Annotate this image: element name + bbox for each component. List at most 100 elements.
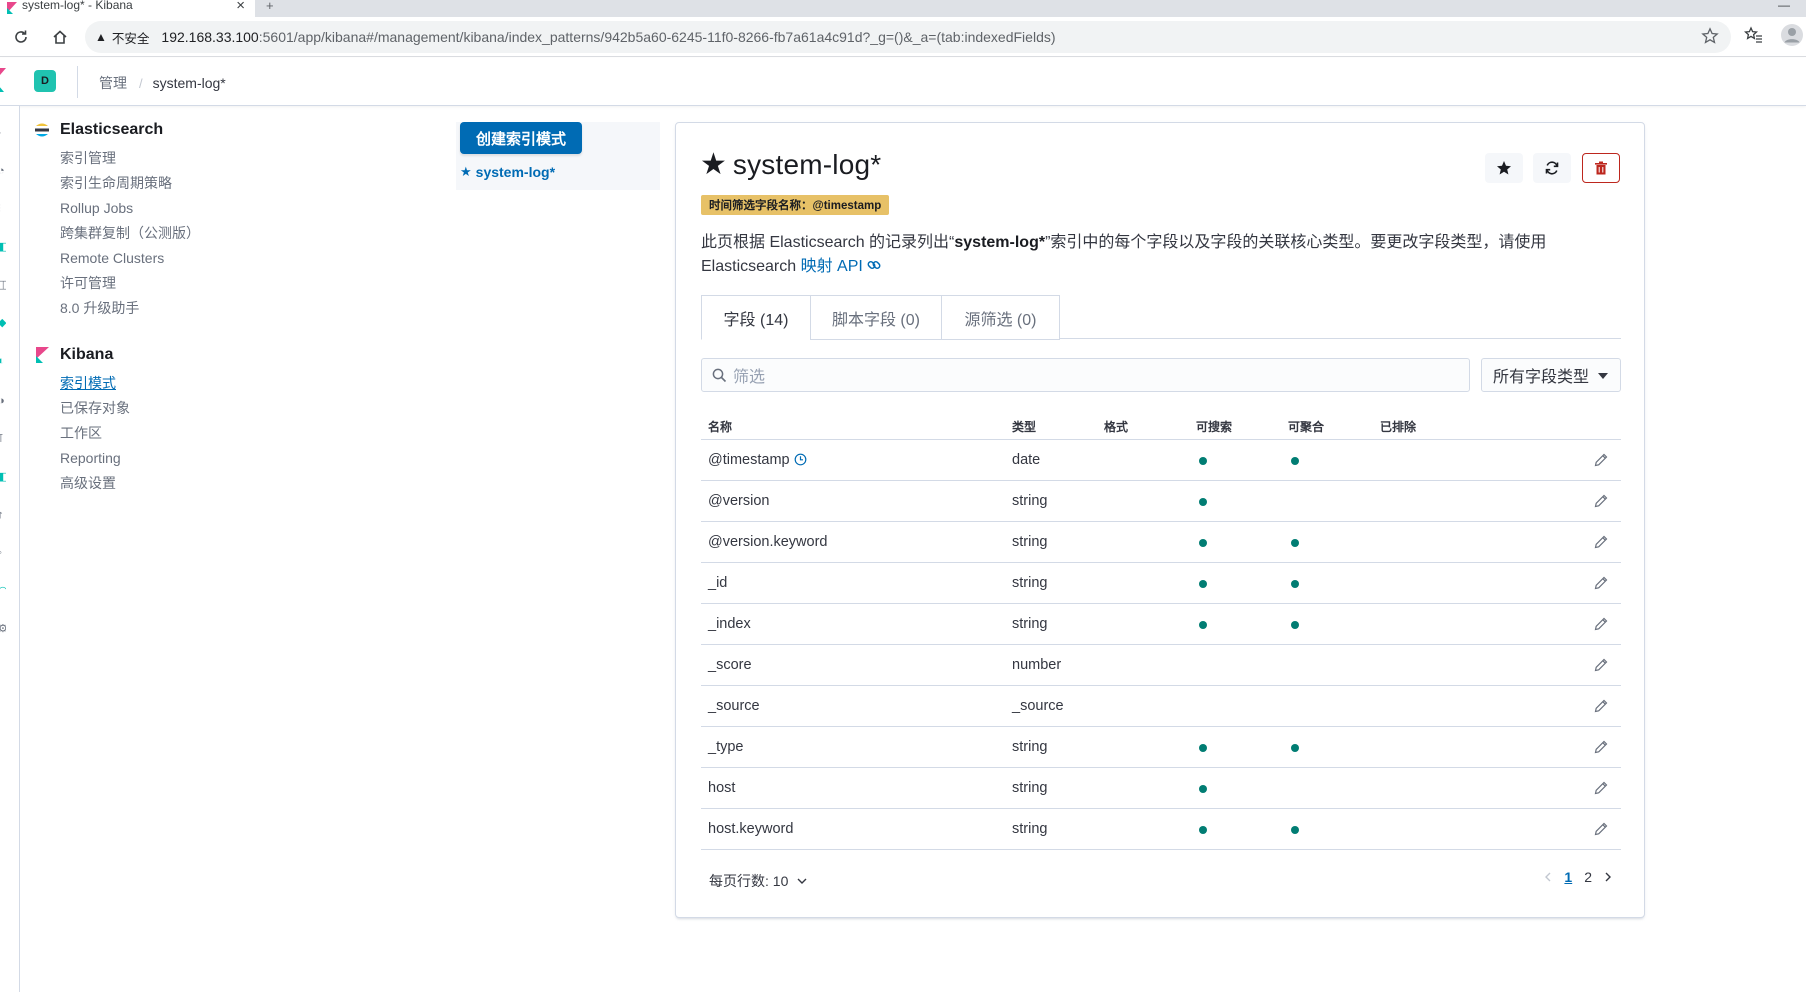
sidebar-item-index-management[interactable]: 索引管理 (34, 146, 354, 171)
rows-per-page-label: 每页行数: 10 (709, 873, 789, 889)
edit-pencil-icon[interactable] (1593, 821, 1609, 837)
refresh-fields-button[interactable] (1533, 153, 1571, 183)
profile-avatar[interactable] (1780, 23, 1804, 50)
tab-scripted-fields[interactable]: 脚本字段 (0) (810, 295, 942, 340)
security-label: 不安全 (111, 31, 150, 46)
tab-close-icon[interactable]: × (236, 0, 245, 14)
clock-icon (794, 453, 807, 466)
table-row: host string (701, 768, 1621, 809)
sidebar-item-ccr[interactable]: 跨集群复制（公测版） (34, 221, 354, 246)
management-sidebar: Elasticsearch 索引管理 索引生命周期策略 Rollup Jobs … (34, 118, 354, 518)
search-icon (712, 368, 727, 382)
field-filter-input[interactable]: 筛选 (701, 358, 1470, 392)
edit-pencil-icon[interactable] (1593, 657, 1609, 673)
table-row: _index string (701, 604, 1621, 645)
sidebar-group-label: Kibana (60, 346, 114, 363)
delete-index-pattern-button[interactable] (1582, 153, 1620, 183)
new-tab-button[interactable]: + (266, 0, 274, 12)
page-link-2[interactable]: 2 (1584, 869, 1592, 885)
page-link-1[interactable]: 1 (1564, 869, 1572, 885)
sidebar-item-advanced-settings[interactable]: 高级设置 (34, 471, 354, 496)
column-header-format[interactable]: 格式 (1104, 418, 1128, 435)
security-indicator[interactable]: ▲ 不安全 (95, 28, 149, 47)
edit-pencil-icon[interactable] (1593, 698, 1609, 714)
pagination: 1 2 (1542, 869, 1614, 885)
default-star-icon: ★ (460, 164, 472, 179)
breadcrumb-management-link[interactable]: 管理 (99, 73, 127, 93)
aggregatable-dot-icon (1291, 621, 1299, 629)
reload-button[interactable] (9, 25, 33, 49)
column-header-name[interactable]: 名称 (708, 418, 732, 435)
sidebar-item-saved-objects[interactable]: 已保存对象 (34, 396, 354, 421)
tab-source-filters[interactable]: 源筛选 (0) (941, 295, 1060, 340)
field-name-text: host (708, 780, 736, 796)
sidebar-item-rollup-jobs[interactable]: Rollup Jobs (34, 196, 354, 221)
sidebar-item-reporting[interactable]: Reporting (34, 446, 354, 471)
edit-pencil-icon[interactable] (1593, 493, 1609, 509)
sidebar-item-license[interactable]: 许可管理 (34, 271, 354, 296)
kibana-logo-icon[interactable] (0, 68, 6, 92)
nav-discover-icon[interactable]: ◔ (0, 166, 6, 176)
column-header-type[interactable]: 类型 (1012, 418, 1036, 435)
nav-visualize-icon[interactable]: ⫶ (0, 204, 6, 214)
column-header-excluded[interactable]: 已排除 (1380, 418, 1416, 435)
space-avatar[interactable]: D (34, 70, 56, 92)
rows-per-page-button[interactable]: 每页行数: 10 (709, 871, 808, 891)
mapping-api-link[interactable]: 映射 API (801, 258, 882, 275)
elasticsearch-icon (35, 123, 49, 137)
field-tabs: 字段 (14) 脚本字段 (0) 源筛选 (0) (701, 295, 1621, 340)
page-title: ★ system-log* (700, 149, 881, 181)
sidebar-item-upgrade-assistant[interactable]: 8.0 升级助手 (34, 296, 354, 321)
browser-toolbar: ▲ 不安全 192.168.33.100:5601/app/kibana#/ma… (0, 17, 1806, 57)
warning-triangle-icon: ▲ (95, 30, 107, 44)
edit-pencil-icon[interactable] (1593, 534, 1609, 550)
sidebar-item-index-patterns[interactable]: 索引模式 (34, 371, 354, 396)
index-pattern-link[interactable]: ★ system-log* (460, 164, 555, 180)
nav-recent-icon[interactable]: · (0, 128, 6, 138)
home-icon (53, 30, 67, 44)
edit-pencil-icon[interactable] (1593, 575, 1609, 591)
nav-ml-icon[interactable]: ◐ (0, 356, 6, 366)
nav-apm-icon[interactable]: ◧ (0, 472, 6, 482)
edit-pencil-icon[interactable] (1593, 780, 1609, 796)
edit-pencil-icon[interactable] (1593, 452, 1609, 468)
mapping-api-link-label: 映射 API (800, 258, 863, 275)
nav-management-icon[interactable]: ⚙ (0, 624, 6, 634)
column-header-searchable[interactable]: 可搜索 (1196, 418, 1232, 435)
home-button[interactable] (48, 25, 72, 49)
set-default-button[interactable] (1485, 153, 1523, 183)
nav-canvas-icon[interactable]: ◫ (0, 280, 6, 290)
sidebar-item-remote-clusters[interactable]: Remote Clusters (34, 246, 354, 271)
edit-pencil-icon[interactable] (1593, 616, 1609, 632)
nav-monitoring-icon[interactable]: ◠ (0, 586, 6, 596)
nav-dashboard-icon[interactable]: ◧ (0, 242, 6, 252)
field-name-text: @version (708, 493, 770, 509)
field-type-select[interactable]: 所有字段类型 (1481, 358, 1621, 392)
searchable-dot-icon (1199, 744, 1207, 752)
nav-uptime-icon[interactable]: ↑ (0, 510, 6, 520)
address-bar[interactable]: ▲ 不安全 192.168.33.100:5601/app/kibana#/ma… (85, 21, 1731, 53)
nav-infra-icon[interactable]: ◑ (0, 396, 6, 406)
field-name-text: _source (708, 698, 760, 714)
nav-logs-icon[interactable]: ⊺ (0, 434, 6, 444)
column-header-aggregatable[interactable]: 可聚合 (1288, 418, 1324, 435)
sidebar-item-ilm[interactable]: 索引生命周期策略 (34, 171, 354, 196)
profile-icon (1781, 24, 1803, 46)
nav-devtools-icon[interactable]: ◦ (0, 548, 6, 558)
chevron-left-icon[interactable] (1542, 871, 1554, 883)
bookmark-star-icon[interactable] (1701, 27, 1719, 45)
create-index-pattern-button[interactable]: 创建索引模式 (460, 122, 582, 154)
field-type: string (1012, 534, 1048, 550)
sidebar-item-spaces[interactable]: 工作区 (34, 421, 354, 446)
minimize-icon[interactable]: — (1778, 0, 1790, 12)
searchable-dot-icon (1199, 621, 1207, 629)
chevron-right-icon[interactable] (1602, 871, 1614, 883)
browser-tab[interactable]: system-log* - Kibana × (0, 0, 255, 17)
nav-maps-icon[interactable]: ◆ (0, 318, 6, 328)
tab-fields[interactable]: 字段 (14) (701, 295, 811, 340)
header-divider (77, 66, 78, 98)
favorites-button[interactable] (1743, 25, 1764, 48)
table-row: _source _source (701, 686, 1621, 727)
aggregatable-dot-icon (1291, 580, 1299, 588)
edit-pencil-icon[interactable] (1593, 739, 1609, 755)
